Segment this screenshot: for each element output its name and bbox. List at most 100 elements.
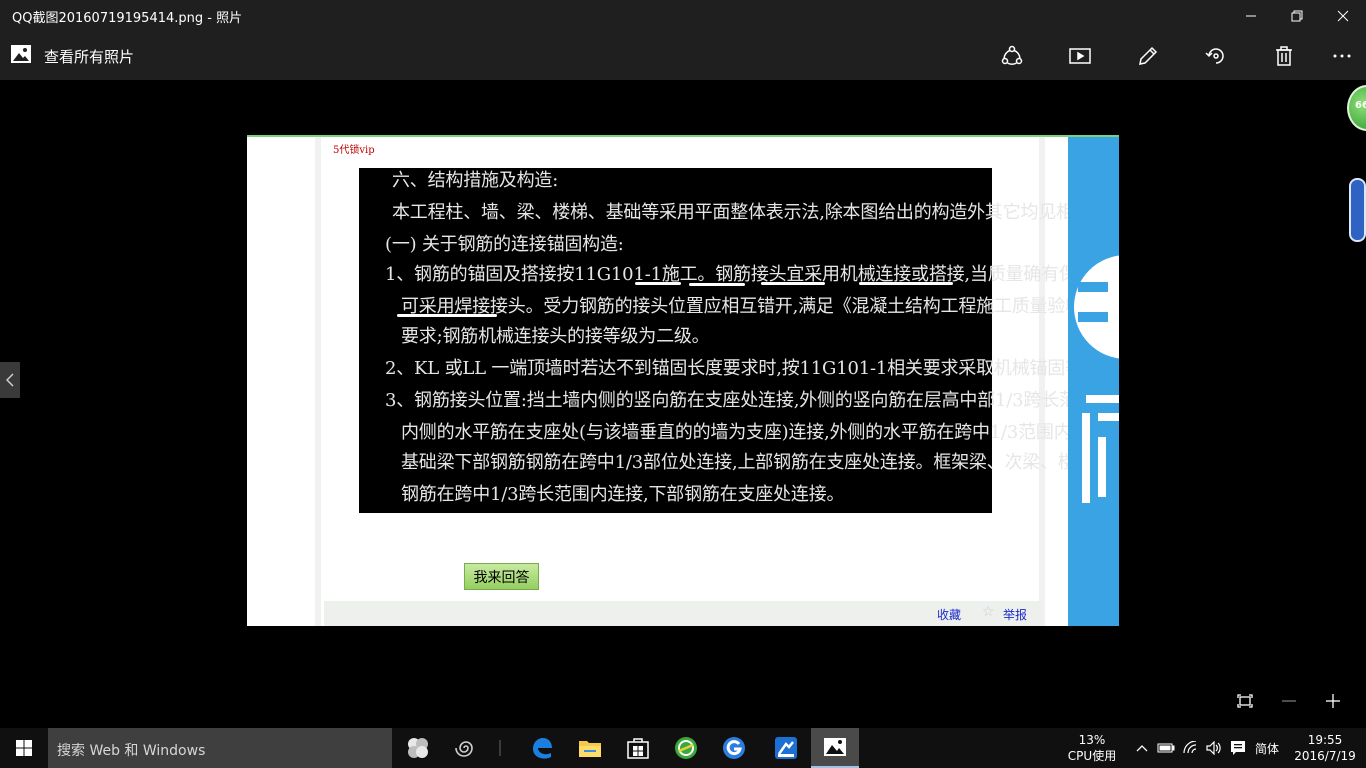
star-icon: ☆ (982, 604, 995, 620)
doc-line: 可采用焊接接头。受力钢筋的接头位置应相互错开,满足《混凝土结构工程施工质量验收规… (401, 296, 1119, 317)
slideshow-button[interactable] (1060, 40, 1100, 72)
taskbar-app-pinwheel[interactable] (394, 728, 442, 768)
photo-image[interactable]: 5代锁vip 六、结构措施及构造: 本工程柱、墙、梁、楼梯、基础等采用平面整体表… (247, 135, 1119, 626)
floating-widget[interactable]: 66 (1347, 85, 1366, 131)
store-icon (627, 738, 649, 759)
search-box[interactable]: 搜索 Web 和 Windows (48, 728, 392, 768)
windows-logo-icon (16, 740, 32, 756)
edit-button[interactable] (1128, 40, 1168, 72)
fit-screen-button[interactable] (1230, 688, 1260, 714)
side-widget[interactable] (1349, 178, 1366, 242)
clock-date: 2016/7/19 (1294, 749, 1356, 763)
app-bar: 查看所有照片 (0, 32, 1366, 80)
battery-icon (1157, 743, 1175, 753)
restore-icon (1291, 10, 1303, 22)
underline-mark (689, 283, 745, 286)
search-placeholder: 搜索 Web 和 Windows (57, 743, 206, 759)
taskbar-app-tool[interactable] (762, 728, 810, 768)
clock-time: 19:55 (1307, 733, 1343, 747)
taskbar-app-spiral[interactable] (442, 728, 490, 768)
doc-line: 本工程柱、墙、梁、楼梯、基础等采用平面整体表示法,除本图给出的构造外其它均见相应… (392, 202, 1119, 223)
start-button[interactable] (0, 728, 48, 768)
edge-icon (533, 738, 552, 759)
minimize-icon (1246, 15, 1256, 17)
doc-line: 2、KL 或LL 一端顶墙时若达不到锚固长度要求时,按11G101-1相关要求采… (385, 358, 1119, 379)
doc-line: 3、钢筋接头位置:挡土墙内侧的竖向筋在支座处连接,外侧的竖向筋在层高中部1/3跨… (385, 390, 1119, 411)
taskbar-app-360[interactable] (662, 728, 710, 768)
zoom-out-button[interactable] (1274, 688, 1304, 714)
cpu-label: CPU使用 (1067, 749, 1117, 763)
plus-icon (1326, 694, 1340, 708)
close-button[interactable] (1320, 0, 1366, 32)
underline-mark (635, 282, 681, 285)
report-link[interactable]: 举报 (1003, 606, 1027, 623)
side-banner (1068, 137, 1119, 626)
more-icon (1333, 54, 1351, 58)
share-button[interactable] (992, 40, 1032, 72)
document-screenshot: 六、结构措施及构造: 本工程柱、墙、梁、楼梯、基础等采用平面整体表示法,除本图给… (359, 168, 1119, 513)
clock[interactable]: 19:55 2016/7/19 (1292, 732, 1358, 764)
trash-icon (1276, 46, 1292, 66)
favorite-link[interactable]: 收藏 (937, 606, 961, 623)
window-title: QQ截图20160719195414.png - 照片 (12, 11, 243, 26)
taskbar-app-browser[interactable] (710, 728, 758, 768)
taskbar-app-store[interactable] (614, 728, 662, 768)
title-bar: QQ截图20160719195414.png - 照片 (0, 0, 1366, 32)
zoom-in-button[interactable] (1318, 688, 1348, 714)
underline-mark (859, 282, 953, 285)
doc-line: 钢筋在跨中1/3跨长范围内连接,下部钢筋在支座处连接。 (401, 484, 845, 505)
widget-value: 66 (1355, 100, 1366, 111)
chevron-up-icon (1136, 745, 1148, 752)
delete-button[interactable] (1264, 40, 1304, 72)
more-button[interactable] (1322, 40, 1362, 72)
doc-line: 1、钢筋的锚固及搭接按11G101-1施工。钢筋接头宜采用机械连接或搭接,当质量… (385, 264, 1119, 285)
browser-360-icon (675, 737, 697, 759)
doc-line: (一) 关于钢筋的连接锚固构造: (385, 234, 624, 255)
footer-bar: 收藏 ☆ 举报 (324, 601, 1042, 626)
notification-icon (1231, 741, 1245, 755)
photos-app-window: QQ截图20160719195414.png - 照片 查看所有照片 5代锁vi… (0, 0, 1366, 768)
action-center-button[interactable] (1228, 738, 1248, 758)
minimize-button[interactable] (1228, 0, 1274, 32)
taskbar-divider (490, 728, 510, 768)
all-photos-label[interactable]: 查看所有照片 (44, 46, 134, 67)
chevron-left-icon (6, 373, 14, 387)
photos-app-icon (824, 738, 846, 756)
all-photos-button[interactable] (10, 44, 34, 68)
volume-button[interactable] (1204, 738, 1224, 758)
taskbar: 搜索 Web 和 Windows 13% CPU使用 简体 19:55 2016… (0, 728, 1366, 768)
spiral-app-icon (455, 741, 473, 757)
show-hidden-icons-button[interactable] (1132, 738, 1152, 758)
doc-line: 要求;钢筋机械连接头的接等级为二级。 (401, 326, 710, 347)
restore-button[interactable] (1274, 0, 1320, 32)
wifi-button[interactable] (1180, 738, 1200, 758)
answer-button[interactable]: 我来回答 (464, 563, 539, 590)
doc-line: 内侧的水平筋在支座处(与该墙垂直的的墙为支座)连接,外侧的水平筋在跨中1/3范围… (401, 422, 1119, 443)
taskbar-app-edge[interactable] (518, 728, 566, 768)
tool-app-icon (775, 737, 797, 759)
cpu-percent: 13% (1078, 733, 1106, 747)
share-icon (1001, 45, 1023, 65)
ime-indicator[interactable]: 简体 (1255, 740, 1279, 757)
wifi-icon (1183, 741, 1197, 754)
folder-icon (579, 741, 601, 757)
cpu-usage: 13% CPU使用 (1064, 732, 1120, 764)
pinwheel-app-icon (408, 738, 428, 758)
rotate-button[interactable] (1196, 40, 1236, 72)
previous-photo-button[interactable] (0, 362, 20, 398)
volume-icon (1206, 741, 1221, 755)
taskbar-app-explorer[interactable] (566, 728, 614, 768)
underline-mark (761, 282, 825, 285)
pencil-icon (1139, 46, 1158, 65)
battery-button[interactable] (1156, 738, 1176, 758)
close-icon (1337, 10, 1349, 22)
divider-icon (499, 740, 501, 756)
photos-icon (11, 45, 31, 63)
doc-line: 基础梁下部钢筋钢筋在跨中1/3部位处连接,上部钢筋在支座处连接。框架梁、次梁、楼… (401, 452, 1119, 473)
browser-g-icon (723, 737, 745, 759)
rotate-icon (1205, 48, 1224, 64)
minus-icon (1282, 700, 1296, 702)
taskbar-app-photos[interactable] (811, 728, 859, 768)
banner-graphic (1068, 137, 1119, 626)
slideshow-icon (1069, 48, 1091, 64)
